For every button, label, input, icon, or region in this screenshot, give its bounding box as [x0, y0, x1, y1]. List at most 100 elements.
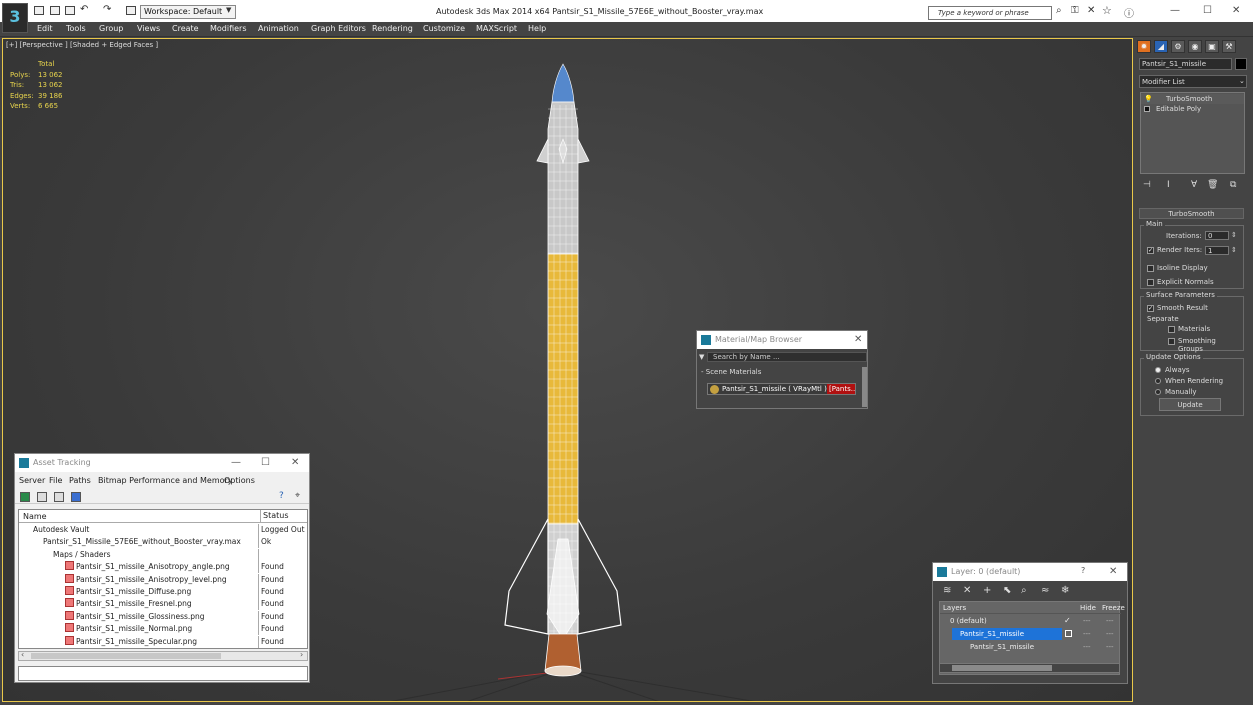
table-row[interactable]: Pantsir_S1_missile_Specular.png Found — [19, 635, 307, 648]
hierarchy-tab-icon[interactable]: ⚙ — [1171, 40, 1185, 53]
scene-material-item[interactable]: Pantsir_S1_missile ( VRayMtl ) [Pants...… — [707, 383, 856, 395]
modify-tab-icon[interactable]: ◢ — [1154, 40, 1168, 53]
create-layer-icon[interactable]: ≋ — [943, 585, 951, 596]
layer-row-selected[interactable]: Pantsir_S1_missile --- --- — [940, 628, 1121, 640]
search-menu-icon[interactable]: ▼ — [699, 353, 704, 361]
menu-file[interactable]: File — [49, 476, 62, 485]
pin-stack-icon[interactable]: ⊣ — [1143, 180, 1151, 190]
hide-toggle[interactable]: --- — [1083, 628, 1091, 640]
show-end-result-icon[interactable]: Ⅰ — [1167, 180, 1170, 190]
menu-edit[interactable]: Edit — [37, 24, 53, 33]
motion-tab-icon[interactable]: ◉ — [1188, 40, 1202, 53]
menu-maxscript[interactable]: MAXScript — [476, 24, 517, 33]
key-icon[interactable]: ⚿ — [1071, 5, 1079, 16]
layer-object-row[interactable]: Pantsir_S1_missile --- --- — [940, 641, 1121, 653]
configure-sets-icon[interactable]: ⧉ — [1230, 180, 1236, 190]
asset-path-field[interactable] — [18, 666, 308, 681]
render-iters-spinner[interactable]: 1 — [1205, 246, 1229, 255]
stack-item-turbosmooth[interactable]: 💡 TurboSmooth — [1141, 94, 1244, 104]
utilities-tab-icon[interactable]: ⚒ — [1222, 40, 1236, 53]
always-radio[interactable] — [1155, 367, 1161, 373]
column-name-header[interactable]: Name — [23, 512, 47, 521]
spinner-arrows-icon[interactable]: ⇕ — [1231, 246, 1237, 254]
table-row[interactable]: Pantsir_S1_missile_Diffuse.png Found — [19, 586, 307, 599]
scroll-left-icon[interactable]: ‹ — [21, 650, 24, 659]
modifier-list-dropdown[interactable]: Modifier List — [1139, 75, 1247, 88]
horizontal-scrollbar[interactable] — [939, 663, 1120, 673]
new-file-icon[interactable] — [34, 6, 44, 15]
search-input[interactable]: Type a keyword or phrase — [928, 6, 1052, 20]
hide-toggle[interactable]: --- — [1083, 641, 1091, 653]
table-row[interactable]: Pantsir_S1_missile_Anisotropy_angle.png F… — [19, 561, 307, 574]
iterations-spinner[interactable]: 0 — [1205, 231, 1229, 240]
communication-center-icon[interactable]: ✕ — [1087, 5, 1095, 16]
workspace-dropdown[interactable]: Workspace: Default — [140, 5, 236, 19]
scene-materials-section[interactable]: - Scene Materials — [701, 368, 761, 376]
scrollbar-thumb[interactable] — [952, 665, 1052, 671]
chevron-down-icon[interactable]: ⌄ — [1239, 77, 1245, 85]
isoline-checkbox[interactable] — [1147, 265, 1154, 272]
menu-animation[interactable]: Animation — [258, 24, 299, 33]
maximize-button[interactable]: ☐ — [1203, 5, 1212, 16]
highlight-icon[interactable]: ⌖ — [295, 491, 300, 501]
column-freeze-header[interactable]: Freeze — [1102, 604, 1125, 612]
explicit-normals-checkbox[interactable] — [1147, 279, 1154, 286]
menu-group[interactable]: Group — [99, 24, 123, 33]
freeze-toggle[interactable]: --- — [1106, 641, 1114, 653]
table-row[interactable]: Pantsir_S1_missile_Fresnel.png Found — [19, 598, 307, 611]
menu-bitmap-performance[interactable]: Bitmap Performance and Memory — [98, 476, 233, 485]
save-file-icon[interactable] — [65, 6, 75, 15]
favorites-star-icon[interactable]: ☆ — [1102, 4, 1112, 17]
smooth-result-checkbox[interactable]: ✓ — [1147, 305, 1154, 312]
table-view-icon[interactable] — [54, 492, 64, 502]
chevron-down-icon[interactable]: ▼ — [226, 6, 231, 14]
table-row[interactable]: Autodesk Vault Logged Out ... — [19, 524, 307, 537]
freeze-toggle[interactable]: --- — [1106, 615, 1114, 627]
stack-item-editable-poly[interactable]: Editable Poly — [1141, 104, 1244, 114]
table-row[interactable]: Maps / Shaders — [19, 548, 307, 562]
menu-graph-editors[interactable]: Graph Editors — [311, 24, 366, 33]
close-button[interactable]: ✕ — [1232, 5, 1240, 16]
modifier-stack[interactable]: 💡 TurboSmooth Editable Poly — [1140, 92, 1245, 174]
render-iters-checkbox[interactable]: ✓ — [1147, 247, 1154, 254]
column-hide-header[interactable]: Hide — [1080, 604, 1096, 612]
table-row[interactable]: Pantsir_S1_missile_Glossiness.png Found — [19, 610, 307, 624]
menu-server[interactable]: Server — [19, 476, 45, 485]
maximize-button[interactable]: ☐ — [261, 457, 270, 468]
table-row[interactable]: Pantsir_S1_missile_Normal.png Found — [19, 623, 307, 636]
layer-titlebar[interactable]: Layer: 0 (default) — [933, 563, 1127, 581]
lightbulb-icon[interactable]: 💡 — [1144, 94, 1153, 104]
menu-paths[interactable]: Paths — [69, 476, 91, 485]
horizontal-scrollbar[interactable]: ‹ › — [18, 650, 308, 661]
current-layer-box[interactable] — [1065, 630, 1072, 637]
menu-help[interactable]: Help — [528, 24, 546, 33]
display-tab-icon[interactable]: ▣ — [1205, 40, 1219, 53]
make-unique-icon[interactable]: ∀ — [1191, 180, 1197, 190]
column-status-header[interactable]: Status — [260, 510, 289, 523]
object-name-field[interactable]: Pantsir_S1_missile — [1139, 58, 1232, 70]
hide-all-icon[interactable]: ≈ — [1041, 585, 1049, 596]
menu-options[interactable]: Options — [224, 476, 255, 485]
project-folder-icon[interactable] — [126, 6, 136, 15]
close-icon[interactable]: ✕ — [1109, 566, 1117, 577]
checkmark-icon[interactable]: ✓ — [1064, 615, 1071, 627]
delete-layer-icon[interactable]: ✕ — [963, 585, 971, 596]
close-icon[interactable]: ✕ — [854, 334, 862, 345]
remove-modifier-icon[interactable]: 🗑 — [1207, 180, 1218, 190]
list-view-icon[interactable] — [37, 492, 47, 502]
material-browser-scrollbar[interactable] — [862, 367, 867, 407]
select-objects-icon[interactable]: ⬉ — [1003, 585, 1011, 596]
materials-checkbox[interactable] — [1168, 326, 1175, 333]
freeze-toggle[interactable]: --- — [1106, 628, 1114, 640]
material-search-input[interactable]: Search by Name ... — [707, 352, 867, 362]
minimize-button[interactable]: — — [231, 457, 241, 468]
minimize-button[interactable]: — — [1170, 5, 1180, 16]
menu-create[interactable]: Create — [172, 24, 199, 33]
help-icon[interactable]: ? — [279, 491, 284, 501]
grid-view-icon[interactable] — [71, 492, 81, 502]
open-file-icon[interactable] — [50, 6, 60, 15]
material-browser-titlebar[interactable]: Material/Map Browser — [697, 331, 867, 349]
scrollbar-thumb[interactable] — [31, 653, 221, 659]
menu-views[interactable]: Views — [137, 24, 160, 33]
table-row[interactable]: Pantsir_S1_Missile_57E6E_without_Booster… — [19, 536, 307, 549]
